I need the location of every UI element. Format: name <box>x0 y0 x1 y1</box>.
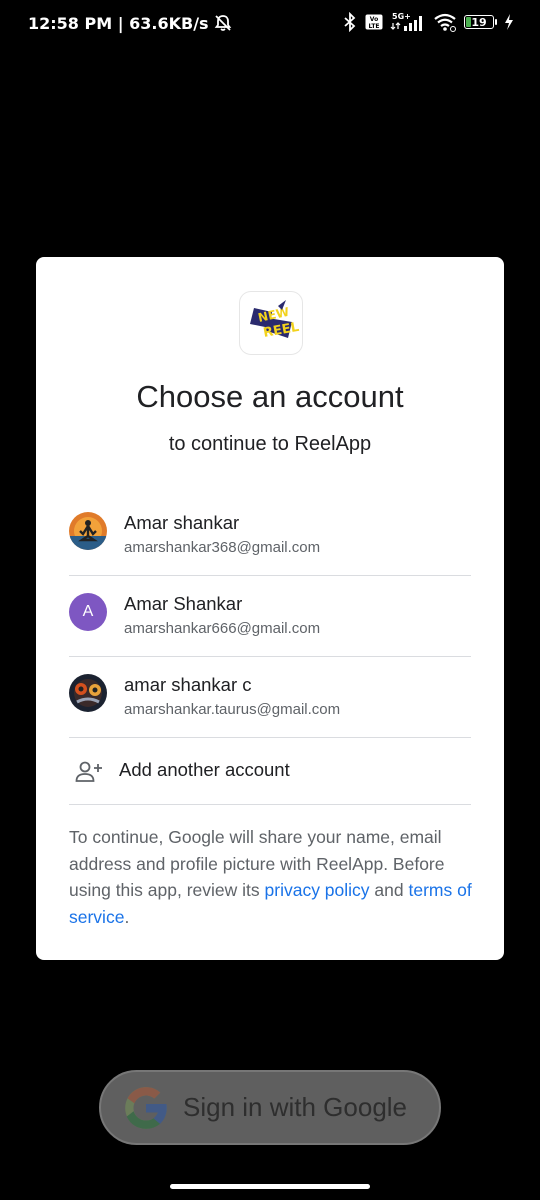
consent-disclaimer: To continue, Google will share your name… <box>69 824 473 930</box>
battery-level-text: 19 <box>471 15 487 29</box>
account-email: amarshankar666@gmail.com <box>124 620 321 637</box>
avatar-photo-1 <box>69 512 107 550</box>
status-left: 12:58 PM | 63.6KB/s <box>28 13 233 33</box>
network-type-label: 5G+ <box>392 12 411 21</box>
account-email: amarshankar.taurus@gmail.com <box>124 701 341 718</box>
disclaimer-text-after: . <box>124 906 130 927</box>
muted-bell-icon <box>213 13 233 33</box>
add-another-account-button[interactable]: Add another account <box>69 738 471 805</box>
person-add-icon <box>75 760 103 789</box>
google-g-icon <box>125 1086 167 1129</box>
dialog-subtitle: to continue to ReelApp <box>168 433 372 455</box>
google-button-label: Sign in with Google <box>183 1092 408 1122</box>
avatar-photo-3 <box>69 674 107 712</box>
disclaimer-text-middle: and <box>369 880 409 900</box>
account-row-3[interactable]: amar shankar c amarshankar.taurus@gmail.… <box>69 657 471 738</box>
battery-icon: 19 <box>464 15 497 29</box>
status-time-speed: 12:58 PM | 63.6KB/s <box>28 13 209 33</box>
svg-text:Vo: Vo <box>370 16 378 23</box>
sign-in-with-google-button[interactable]: Sign in with Google <box>99 1070 441 1145</box>
account-row-1[interactable]: Amar shankar amarshankar368@gmail.com <box>69 495 471 576</box>
status-right: Vo LTE 5G+ 19 <box>342 12 514 32</box>
add-account-label: Add another account <box>119 759 290 780</box>
account-chooser-dialog: NEW REEL Choose an account to continue t… <box>36 257 504 960</box>
bluetooth-icon <box>342 12 358 32</box>
volte-icon: Vo LTE <box>365 14 383 30</box>
account-name: Amar shankar <box>124 512 240 533</box>
account-email: amarshankar368@gmail.com <box>124 539 321 556</box>
svg-text:LTE: LTE <box>368 23 379 30</box>
charging-bolt-icon <box>504 13 514 31</box>
app-logo: NEW REEL <box>239 291 303 355</box>
avatar-letter: A <box>69 593 107 631</box>
account-name: amar shankar c <box>124 674 252 695</box>
new-reel-logo-icon: NEW REEL <box>242 294 300 352</box>
account-name: Amar Shankar <box>124 593 243 614</box>
wifi-icon <box>433 12 457 32</box>
dialog-title: Choose an account <box>136 379 404 414</box>
privacy-policy-link[interactable]: privacy policy <box>265 880 370 900</box>
signal-icon: 5G+ <box>390 12 426 32</box>
home-indicator[interactable] <box>170 1184 370 1189</box>
account-list: Amar shankar amarshankar368@gmail.com A … <box>69 495 471 805</box>
account-row-2[interactable]: A Amar Shankar amarshankar666@gmail.com <box>69 576 471 657</box>
status-bar: 12:58 PM | 63.6KB/s Vo LTE 5G+ 19 <box>0 0 540 50</box>
battery-body: 19 <box>464 15 494 29</box>
